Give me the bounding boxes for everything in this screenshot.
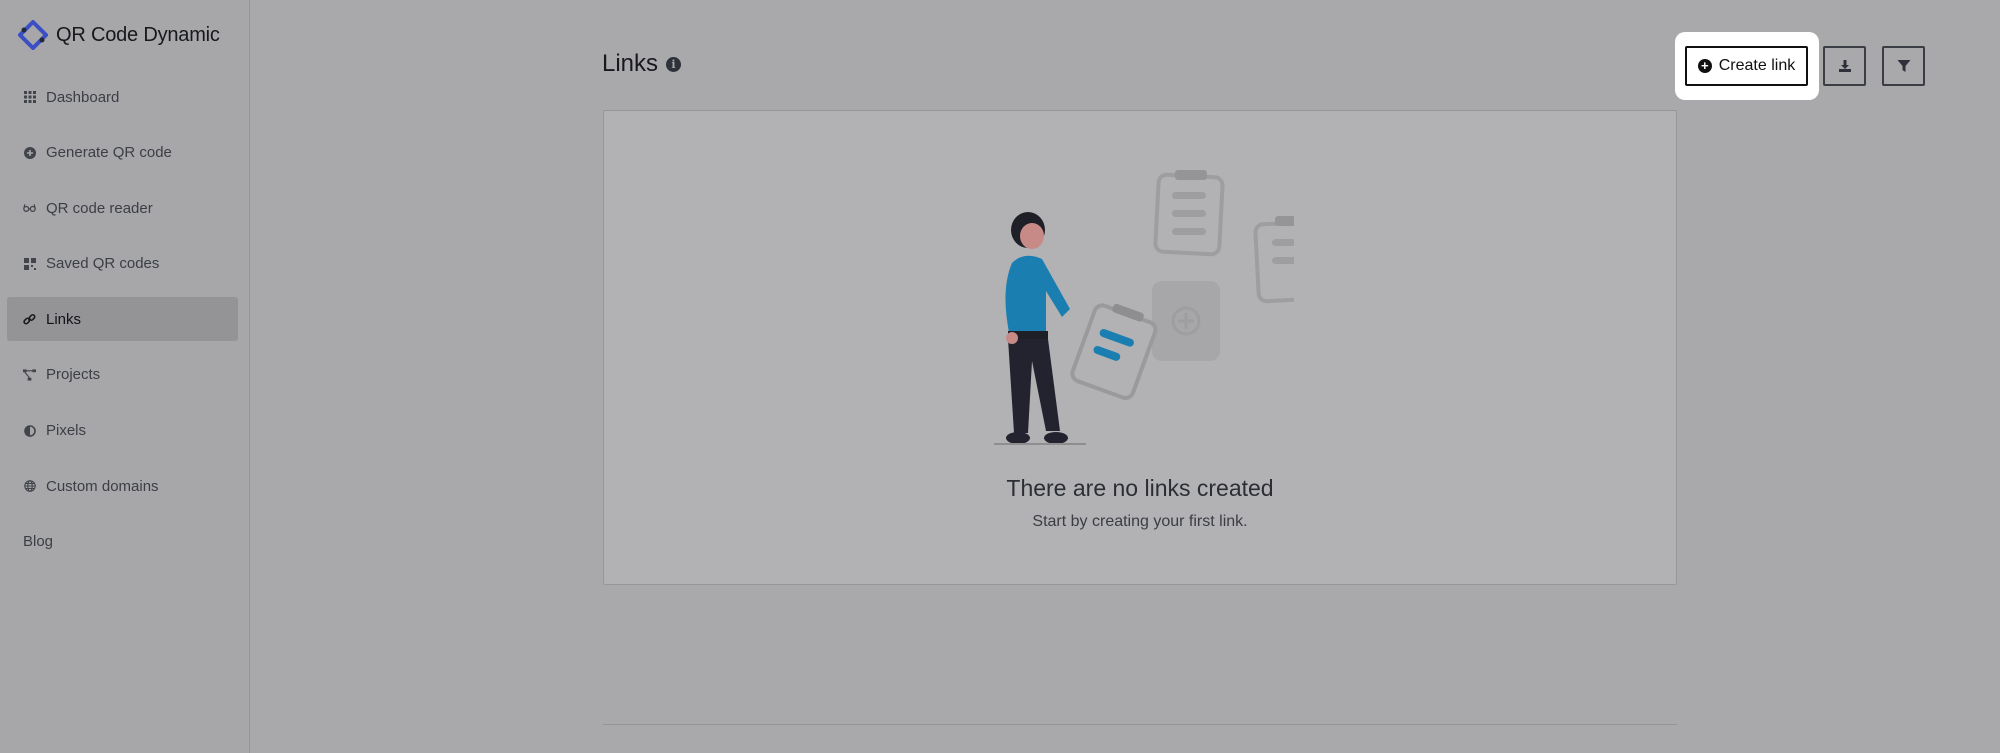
plus-circle-icon (23, 146, 36, 159)
empty-state-title: There are no links created (1006, 475, 1274, 501)
brand[interactable]: QR Code Dynamic (18, 18, 220, 52)
filter-icon (1897, 60, 1910, 72)
glasses-icon (23, 202, 36, 215)
empty-state-illustration (994, 170, 1294, 445)
page-title: Links (602, 50, 659, 77)
link-icon (23, 313, 36, 326)
sidebar-item-label: Generate QR code (46, 144, 172, 162)
sidebar-item-saved-qr-codes[interactable]: Saved QR codes (7, 242, 238, 286)
qr-dynamic-logo-icon (18, 20, 48, 50)
plus-circle-icon: + (1697, 59, 1712, 73)
download-button[interactable] (1823, 46, 1866, 86)
sidebar-item-qr-code-reader[interactable]: QR code reader (7, 186, 238, 230)
footer-divider (603, 724, 1677, 725)
main-content: Links i + Create link There are no links… (251, 0, 2000, 753)
sidebar-item-custom-domains[interactable]: Custom domains (7, 464, 238, 508)
create-link-button[interactable]: + Create link (1685, 46, 1808, 86)
sidebar-nav: Dashboard Generate QR code QR code reade… (7, 75, 238, 575)
globe-icon (23, 480, 36, 493)
info-icon[interactable]: i (666, 57, 681, 72)
create-link-label: Create link (1718, 57, 1796, 74)
sidebar-item-label: Custom domains (46, 477, 159, 495)
sidebar-item-generate-qr-code[interactable]: Generate QR code (7, 131, 238, 175)
project-diagram-icon (23, 368, 36, 381)
empty-state-card: There are no links created Start by crea… (603, 110, 1677, 585)
sidebar-item-projects[interactable]: Projects (7, 353, 238, 397)
sidebar: QR Code Dynamic Dashboard Generate QR co… (0, 0, 250, 753)
adjust-icon (23, 424, 36, 437)
qr-icon (23, 257, 36, 270)
sidebar-item-dashboard[interactable]: Dashboard (7, 75, 238, 119)
sidebar-item-label: Pixels (46, 422, 87, 440)
empty-state-subtitle: Start by creating your first link. (1032, 513, 1248, 530)
sidebar-item-label: QR code reader (46, 199, 153, 217)
sidebar-item-label: Projects (46, 366, 101, 384)
sidebar-item-label: Dashboard (46, 88, 120, 106)
filter-button[interactable] (1882, 46, 1925, 86)
sidebar-item-blog[interactable]: Blog (7, 520, 238, 564)
sidebar-item-label: Saved QR codes (46, 255, 160, 273)
app-name: QR Code Dynamic (56, 23, 220, 46)
sidebar-item-label: Blog (23, 533, 54, 551)
sidebar-item-links[interactable]: Links (7, 297, 238, 342)
download-icon (1838, 60, 1851, 72)
grid-icon (23, 91, 36, 104)
sidebar-item-label: Links (46, 310, 82, 328)
sidebar-item-pixels[interactable]: Pixels (7, 409, 238, 453)
